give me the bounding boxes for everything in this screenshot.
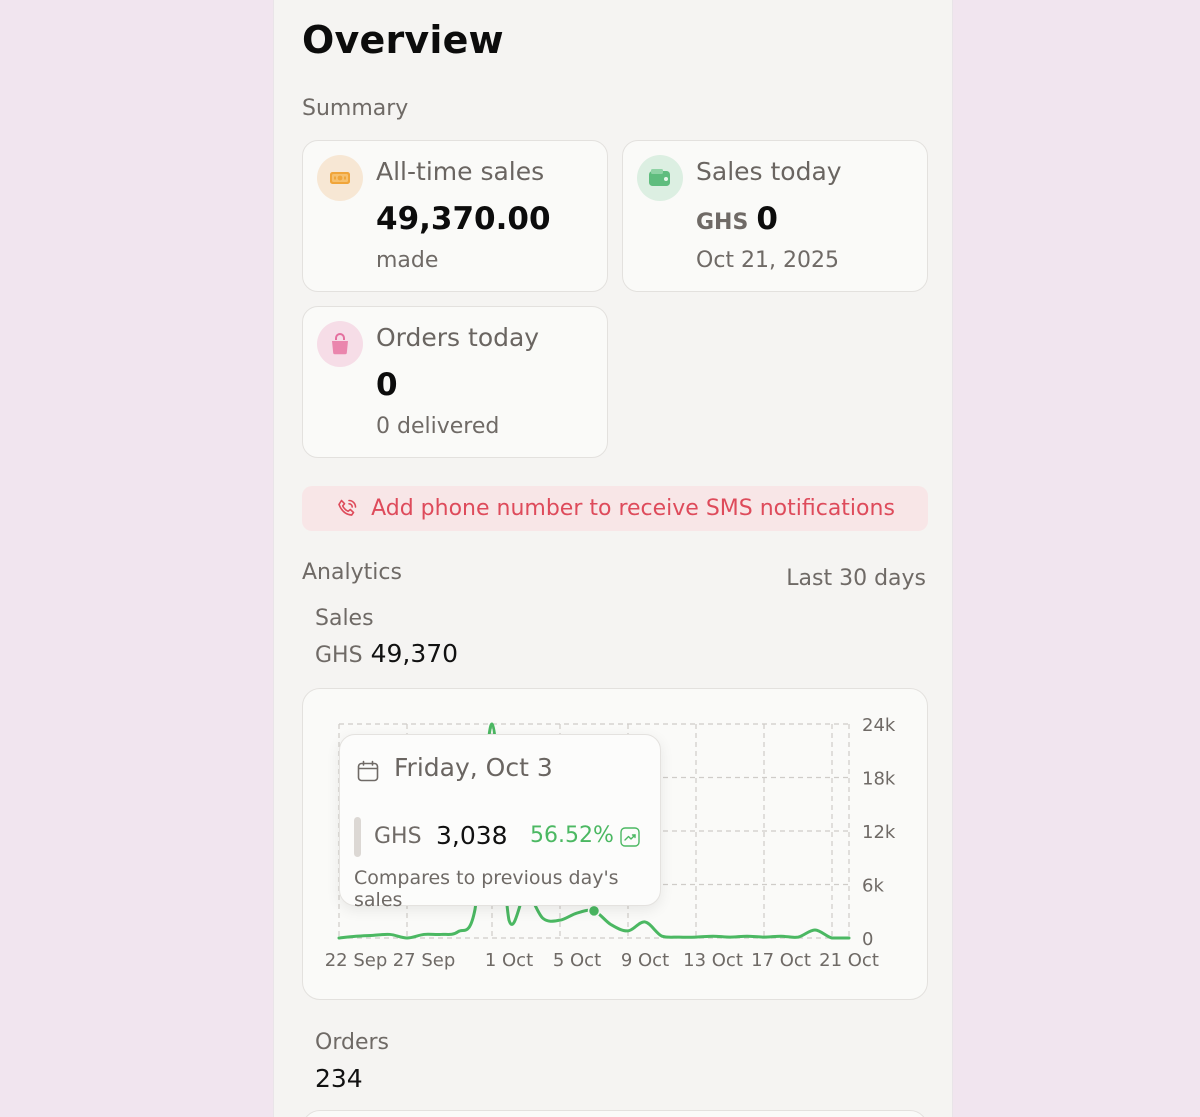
all-time-sales-value: 49,370.00 [376, 201, 551, 237]
x-tick-label: 17 Oct [751, 950, 811, 971]
x-tick-label: 5 Oct [553, 950, 601, 971]
y-tick-label: 6k [862, 876, 884, 897]
calendar-icon [357, 760, 379, 782]
sales-today-card: Sales today GHS 0 Oct 21, 2025 [622, 140, 928, 292]
all-time-sales-title: All-time sales [376, 157, 545, 186]
tooltip-change: 56.52% [530, 823, 614, 848]
tooltip-currency: GHS [374, 824, 422, 849]
orders-today-title: Orders today [376, 323, 540, 352]
sales-metric-amount: 49,370 [370, 639, 459, 668]
date-range-select[interactable]: Last 30 days [786, 566, 926, 591]
shopping-bag-icon [317, 321, 363, 367]
tooltip-date: Friday, Oct 3 [394, 753, 553, 782]
sales-metric-label: Sales [315, 606, 374, 631]
tooltip-value: 3,038 [436, 821, 508, 850]
orders-today-value: 0 [376, 367, 398, 403]
wallet-icon [637, 155, 683, 201]
money-icon [317, 155, 363, 201]
x-tick-label: 22 Sep [325, 950, 388, 971]
trend-up-icon [620, 827, 640, 847]
orders-today-sub: 0 delivered [376, 414, 500, 439]
sales-today-value: GHS 0 [696, 201, 778, 237]
orders-metric-value: 234 [315, 1064, 363, 1093]
sales-today-title: Sales today [696, 157, 842, 186]
orders-metric-label: Orders [315, 1030, 389, 1055]
summary-label: Summary [302, 96, 409, 121]
x-tick-label: 21 Oct [819, 950, 879, 971]
all-time-sales-sub: made [376, 248, 439, 273]
sms-banner-text: Add phone number to receive SMS notifica… [371, 496, 895, 521]
chart-tooltip: Friday, Oct 3 GHS 3,038 56.52% Compares … [339, 734, 661, 911]
sales-metric-value: GHS 49,370 [315, 639, 458, 668]
tooltip-note: Compares to previous day's sales [354, 867, 619, 911]
sales-today-amount: 0 [756, 201, 778, 237]
sms-notification-banner[interactable]: Add phone number to receive SMS notifica… [302, 486, 928, 531]
all-time-sales-card: All-time sales 49,370.00 made [302, 140, 608, 292]
orders-chart-card [302, 1110, 928, 1117]
page-title: Overview [302, 18, 504, 62]
y-tick-label: 18k [862, 769, 896, 790]
overview-panel: Overview Summary All-time sales 49,370.0… [273, 0, 953, 1117]
orders-today-card: Orders today 0 0 delivered [302, 306, 608, 458]
y-tick-label: 0 [862, 929, 873, 950]
phone-icon [338, 499, 357, 516]
sales-today-currency: GHS [696, 210, 749, 235]
sales-today-date: Oct 21, 2025 [696, 248, 839, 273]
sales-metric-currency: GHS [315, 643, 363, 668]
tooltip-series-marker [354, 817, 361, 857]
analytics-label: Analytics [302, 560, 402, 585]
x-tick-label: 27 Sep [393, 950, 456, 971]
y-tick-label: 12k [862, 822, 896, 843]
sales-chart-card: 24k 18k 12k 6k 0 22 Sep 27 Sep 1 Oct 5 Oct 9 Oct 1… [302, 688, 928, 1000]
x-tick-label: 1 Oct [485, 950, 533, 971]
x-tick-label: 13 Oct [683, 950, 743, 971]
y-tick-label: 24k [862, 715, 896, 736]
x-tick-label: 9 Oct [621, 950, 669, 971]
